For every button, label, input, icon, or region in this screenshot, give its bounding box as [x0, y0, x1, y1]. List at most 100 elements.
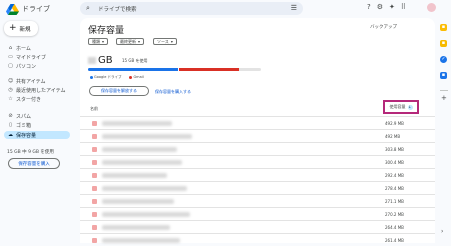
drive-usage-segment — [88, 68, 178, 71]
sidebar-item-spam[interactable]: ⊘ スパム — [4, 112, 70, 120]
storage-usage-value: GB — [88, 55, 113, 66]
storage-usage-subtext: 15 GB を使用 — [122, 58, 148, 63]
file-icon — [92, 212, 97, 217]
sidebar-item-label: 共有アイテム — [16, 78, 46, 85]
computer-icon: ▢ — [8, 63, 13, 69]
sidebar-item-recent[interactable]: ◷ 最近使用したアイテム — [4, 86, 70, 94]
search-bar[interactable]: ⌕ ドライブで検索 ☰ — [80, 2, 303, 15]
sort-arrow-down-icon[interactable]: ↓ — [407, 104, 413, 110]
file-name-redacted — [102, 199, 174, 204]
file-size: 264.4 MB — [385, 225, 404, 230]
file-name-redacted — [102, 212, 190, 217]
search-options-icon[interactable]: ☰ — [291, 4, 297, 12]
sidebar-item-label: マイドライブ — [16, 54, 47, 61]
sidebar-item-label: スター付き — [16, 96, 42, 103]
sidebar-item-home[interactable]: ⌂ ホーム — [4, 44, 70, 52]
search-input[interactable]: ドライブで検索 — [98, 5, 137, 13]
filter-modified-chip[interactable]: 最終更新 ▾ — [116, 38, 145, 45]
sidebar-item-shared[interactable]: ☺ 共有アイテム — [4, 77, 70, 85]
spam-icon: ⊘ — [8, 113, 13, 119]
home-icon: ⌂ — [8, 45, 13, 51]
filter-label: 種類 — [92, 38, 100, 44]
sidebar-item-label: スパム — [16, 113, 32, 120]
sidebar-item-my-drive[interactable]: ▭ マイドライブ — [4, 53, 70, 61]
file-name-redacted — [102, 160, 182, 165]
table-row[interactable]: 300.4 MB — [80, 155, 435, 168]
gemini-icon[interactable]: ✦ — [389, 3, 395, 11]
table-row[interactable]: 278.4 MB — [80, 181, 435, 194]
apps-icon[interactable]: ⠿ — [401, 3, 406, 11]
filter-label: ソース — [157, 38, 169, 44]
filter-label: 最終更新 — [120, 38, 136, 44]
file-size: 492 MB — [385, 134, 401, 139]
shared-icon: ☺ — [8, 78, 14, 84]
file-icon — [92, 121, 97, 126]
file-icon — [92, 160, 97, 165]
sidebar-item-label: パソコン — [16, 63, 37, 70]
cloud-icon: ☁ — [8, 132, 13, 138]
file-name-redacted — [102, 147, 177, 152]
sidebar-item-trash[interactable]: ▯ ゴミ箱 — [4, 121, 70, 129]
file-icon — [92, 147, 97, 152]
filter-type-chip[interactable]: 種類 ▾ — [88, 38, 109, 45]
sidebar-item-label: 最近使用したアイテム — [16, 87, 66, 94]
chevron-down-icon: ▾ — [138, 39, 141, 44]
table-row[interactable]: 261.4 MB — [80, 233, 435, 246]
column-header-name[interactable]: 名前 — [90, 106, 98, 112]
sidebar-item-label: ゴミ箱 — [16, 122, 32, 129]
file-icon — [92, 186, 97, 191]
table-row[interactable]: 492 MB — [80, 129, 435, 142]
keep-icon[interactable]: ▪ — [440, 40, 447, 47]
storage-usage-text: 15 GB 中 9 GB を使用 — [7, 150, 54, 155]
drive-icon: ▭ — [8, 54, 13, 60]
sidebar-item-storage[interactable]: ☁ 保存容量 — [4, 131, 70, 139]
help-icon[interactable]: ? — [367, 3, 371, 11]
table-row[interactable]: 303.8 MB — [80, 142, 435, 155]
top-bar: ドライブ ⌕ ドライブで検索 ☰ ? ⚙ ✦ ⠿ — [0, 0, 451, 18]
table-row[interactable]: 264.4 MB — [80, 220, 435, 233]
contacts-icon[interactable]: ▪ — [440, 72, 447, 79]
file-name-redacted — [102, 186, 187, 191]
trash-icon: ▯ — [9, 122, 12, 128]
chevron-right-icon[interactable]: › — [441, 228, 443, 235]
sidebar-item-starred[interactable]: ☆ スター付き — [4, 95, 70, 103]
search-icon[interactable]: ⌕ — [86, 4, 90, 13]
table-row[interactable]: 292.4 MB — [80, 168, 435, 181]
side-panel-rail: ▪ ▪ ✓ ▪ + › — [437, 18, 451, 243]
buy-storage-link[interactable]: 保存容量を購入する — [155, 89, 191, 95]
app-title[interactable]: ドライブ — [22, 4, 50, 14]
file-icon — [92, 199, 97, 204]
backup-link[interactable]: バックアップ — [370, 24, 397, 30]
account-avatar[interactable] — [427, 3, 436, 12]
chevron-down-icon: ▾ — [170, 39, 173, 44]
file-icon — [92, 134, 97, 139]
column-header-size-label: 使用容量 — [389, 104, 406, 109]
usage-unit: GB — [98, 55, 113, 66]
free-up-space-button[interactable]: 保存容量を解放する — [89, 86, 149, 96]
add-addon-icon[interactable]: + — [441, 94, 447, 102]
legend-drive: Google ドライブ — [90, 75, 121, 80]
sidebar-item-computers[interactable]: ▢ パソコン — [4, 62, 70, 70]
table-row[interactable]: 270.2 MB — [80, 207, 435, 220]
drive-logo-icon[interactable] — [6, 4, 19, 15]
file-name-redacted — [102, 173, 167, 178]
file-size: 492.9 MB — [385, 121, 404, 126]
gmail-usage-segment — [179, 68, 239, 71]
storage-usage-bar — [88, 68, 261, 71]
file-size: 278.4 MB — [385, 186, 404, 191]
tasks-icon[interactable]: ✓ — [440, 56, 447, 63]
settings-icon[interactable]: ⚙ — [377, 3, 383, 11]
file-icon — [92, 225, 97, 230]
calendar-icon[interactable]: ▪ — [440, 24, 447, 31]
new-button[interactable]: + 新規 — [4, 21, 38, 36]
file-size: 261.4 MB — [385, 238, 404, 243]
table-row[interactable]: 492.9 MB — [80, 116, 435, 129]
filter-source-chip[interactable]: ソース ▾ — [153, 38, 177, 45]
main-content: 保存容量 バックアップ 種類 ▾ 最終更新 ▾ ソース ▾ GB 15 GB を… — [80, 18, 435, 243]
buy-storage-button[interactable]: 保存容量を購入 — [8, 158, 60, 169]
file-size: 300.4 MB — [385, 160, 404, 165]
table-row[interactable]: 271.1 MB — [80, 194, 435, 207]
file-size: 271.1 MB — [385, 199, 404, 204]
column-header-size[interactable]: 使用容量 ↓ — [383, 100, 419, 114]
redacted-number — [88, 56, 96, 64]
